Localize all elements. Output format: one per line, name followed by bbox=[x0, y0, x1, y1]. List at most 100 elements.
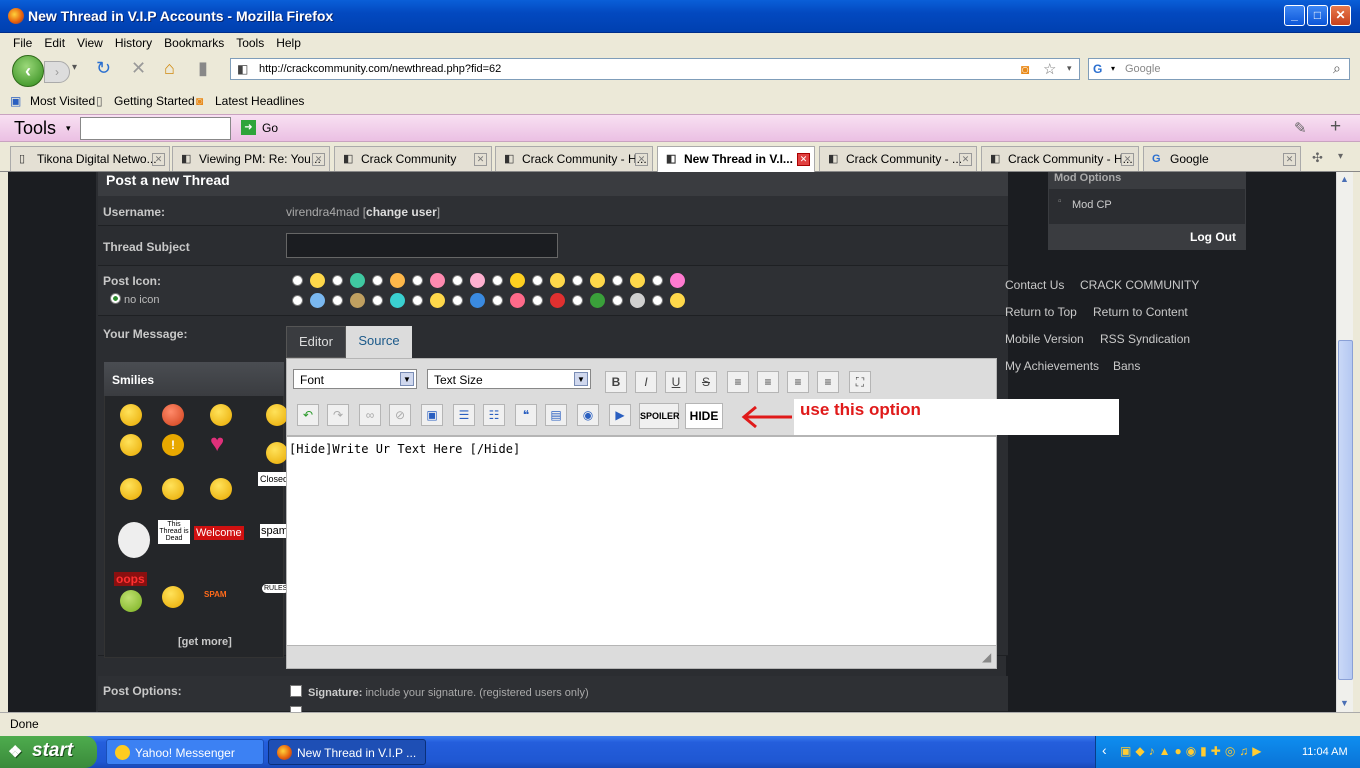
minimize-button[interactable]: _ bbox=[1284, 5, 1305, 26]
no-icon-radio[interactable] bbox=[110, 293, 121, 304]
post-icon-radio[interactable] bbox=[492, 295, 503, 306]
task-yahoo-messenger[interactable]: Yahoo! Messenger bbox=[106, 739, 264, 765]
post-icon-radio[interactable] bbox=[532, 295, 543, 306]
menu-bookmarks[interactable]: Bookmarks bbox=[158, 33, 230, 50]
back-button[interactable]: ‹ bbox=[12, 55, 44, 87]
tray-icons[interactable]: ▣◆♪▲●◉▮✚◎♫▶ bbox=[1120, 744, 1266, 758]
add-icon[interactable]: + bbox=[1330, 116, 1341, 138]
post-icon-radio[interactable] bbox=[572, 275, 583, 286]
home-icon[interactable]: ⌂ bbox=[164, 58, 175, 79]
resize-grip-icon[interactable]: ◢ bbox=[982, 650, 991, 664]
hide-button[interactable]: HIDE bbox=[685, 403, 723, 429]
bookmark-star-icon[interactable]: ☆ bbox=[1043, 60, 1056, 78]
page-scrollbar[interactable]: ▲ ▼ bbox=[1336, 172, 1353, 712]
tab-viewing-pm[interactable]: ◧ Viewing PM: Re: You... ✕ bbox=[172, 146, 330, 171]
smiley-sick[interactable] bbox=[120, 590, 142, 612]
footer-bans[interactable]: Bans bbox=[1113, 359, 1140, 373]
video-icon[interactable]: ▶ bbox=[609, 404, 631, 426]
quote-icon[interactable]: ❝ bbox=[515, 404, 537, 426]
scroll-up-icon[interactable]: ▲ bbox=[1340, 174, 1349, 184]
go-button[interactable]: Go bbox=[262, 121, 278, 135]
post-icon-radio[interactable] bbox=[292, 275, 303, 286]
bold-icon[interactable]: B bbox=[605, 371, 627, 393]
image-icon[interactable]: ▣ bbox=[421, 404, 443, 426]
post-icon-radio[interactable] bbox=[492, 275, 503, 286]
tab-close-icon[interactable]: ✕ bbox=[474, 153, 487, 166]
tab-source[interactable]: Source bbox=[346, 326, 412, 358]
post-icon-radio[interactable] bbox=[332, 275, 343, 286]
forward-button[interactable]: › bbox=[44, 61, 70, 83]
smiley-smile[interactable] bbox=[210, 404, 232, 426]
strikethrough-icon[interactable]: S bbox=[695, 371, 717, 393]
link-icon[interactable]: ∞ bbox=[359, 404, 381, 426]
menu-file[interactable]: File bbox=[0, 33, 38, 50]
align-left-icon[interactable]: ≡ bbox=[727, 371, 749, 393]
menu-edit[interactable]: Edit bbox=[38, 33, 71, 50]
tab-tikona[interactable]: ▯ Tikona Digital Netwo... ✕ bbox=[10, 146, 170, 171]
undo-icon[interactable]: ↶ bbox=[297, 404, 319, 426]
menu-help[interactable]: Help bbox=[270, 33, 307, 50]
footer-crack-community[interactable]: CRACK COMMUNITY bbox=[1080, 278, 1199, 292]
scroll-down-icon[interactable]: ▼ bbox=[1340, 698, 1349, 708]
close-button[interactable]: ✕ bbox=[1330, 5, 1351, 26]
tab-close-icon[interactable]: ✕ bbox=[635, 153, 648, 166]
post-icon-radio[interactable] bbox=[652, 295, 663, 306]
maximize-button[interactable]: □ bbox=[1307, 5, 1328, 26]
underline-icon[interactable]: U bbox=[665, 371, 687, 393]
signature-checkbox[interactable] bbox=[290, 685, 302, 697]
tab-close-icon[interactable]: ✕ bbox=[312, 153, 325, 166]
post-icon-radio[interactable] bbox=[652, 275, 663, 286]
wrench-icon[interactable]: ✎ bbox=[1294, 119, 1307, 137]
smiley-cool[interactable] bbox=[120, 434, 142, 456]
exclamation-icon[interactable]: ! bbox=[162, 434, 184, 456]
search-bar[interactable]: G ▾ Google ⌕ bbox=[1088, 58, 1350, 80]
footer-achievements[interactable]: My Achievements bbox=[1005, 359, 1099, 373]
post-icon-radio[interactable] bbox=[612, 275, 623, 286]
change-user-link[interactable]: change user bbox=[366, 205, 437, 219]
post-icon-radio[interactable] bbox=[412, 295, 423, 306]
subject-input[interactable] bbox=[286, 233, 558, 258]
post-icon-radio[interactable] bbox=[332, 295, 343, 306]
smiley-angry[interactable] bbox=[162, 404, 184, 426]
stats-icon[interactable]: ▮ bbox=[198, 58, 208, 79]
footer-mobile-version[interactable]: Mobile Version bbox=[1005, 332, 1084, 346]
fullscreen-icon[interactable]: ⛶ bbox=[849, 371, 871, 393]
post-icon-radio[interactable] bbox=[372, 275, 383, 286]
google-icon[interactable]: G bbox=[1093, 62, 1102, 76]
align-right-icon[interactable]: ≡ bbox=[787, 371, 809, 393]
tab-list-icon[interactable]: ▾ bbox=[1338, 151, 1343, 162]
tab-close-icon[interactable]: ✕ bbox=[797, 153, 810, 166]
tab-close-icon[interactable]: ✕ bbox=[959, 153, 972, 166]
mod-cp-link[interactable]: Mod CP bbox=[1072, 199, 1112, 211]
menu-tools[interactable]: Tools bbox=[230, 33, 270, 50]
get-more-link[interactable]: [get more] bbox=[178, 636, 232, 648]
smiley-think[interactable] bbox=[162, 586, 184, 608]
menu-history[interactable]: History bbox=[109, 33, 158, 50]
go-arrow-icon[interactable]: ➜ bbox=[241, 120, 256, 135]
spam-sign[interactable]: spam bbox=[260, 524, 289, 538]
unlink-icon[interactable]: ⊘ bbox=[389, 404, 411, 426]
tab-google[interactable]: G Google ✕ bbox=[1143, 146, 1301, 171]
url-text[interactable]: http://crackcommunity.com/newthread.php?… bbox=[259, 63, 501, 75]
heart-icon[interactable]: ♥ bbox=[210, 430, 224, 458]
smiley-happy[interactable] bbox=[162, 478, 184, 500]
footer-return-content[interactable]: Return to Content bbox=[1093, 305, 1188, 319]
tab-close-icon[interactable]: ✕ bbox=[1121, 153, 1134, 166]
search-icon[interactable]: ⌕ bbox=[1333, 60, 1341, 77]
stop-icon[interactable]: ✕ bbox=[131, 58, 146, 79]
align-center-icon[interactable]: ≡ bbox=[757, 371, 779, 393]
tools-search-input[interactable] bbox=[80, 117, 231, 140]
post-icon-radio[interactable] bbox=[452, 275, 463, 286]
oops-sign[interactable]: oops bbox=[114, 572, 147, 586]
tab-crack-community-h2[interactable]: ◧ Crack Community - H... ✕ bbox=[981, 146, 1139, 171]
tab-crack-community-2[interactable]: ◧ Crack Community - ... ✕ bbox=[819, 146, 977, 171]
post-icon-radio[interactable] bbox=[572, 295, 583, 306]
post-icon-radio[interactable] bbox=[612, 295, 623, 306]
tab-close-icon[interactable]: ✕ bbox=[152, 153, 165, 166]
tab-crack-community[interactable]: ◧ Crack Community ✕ bbox=[334, 146, 492, 171]
text-size-select[interactable]: Text Size ▼ bbox=[427, 369, 591, 389]
php-icon[interactable]: ◉ bbox=[577, 404, 599, 426]
trollface-icon[interactable] bbox=[118, 522, 150, 558]
code-icon[interactable]: ▤ bbox=[545, 404, 567, 426]
url-bar[interactable]: ◧ http://crackcommunity.com/newthread.ph… bbox=[230, 58, 1080, 80]
